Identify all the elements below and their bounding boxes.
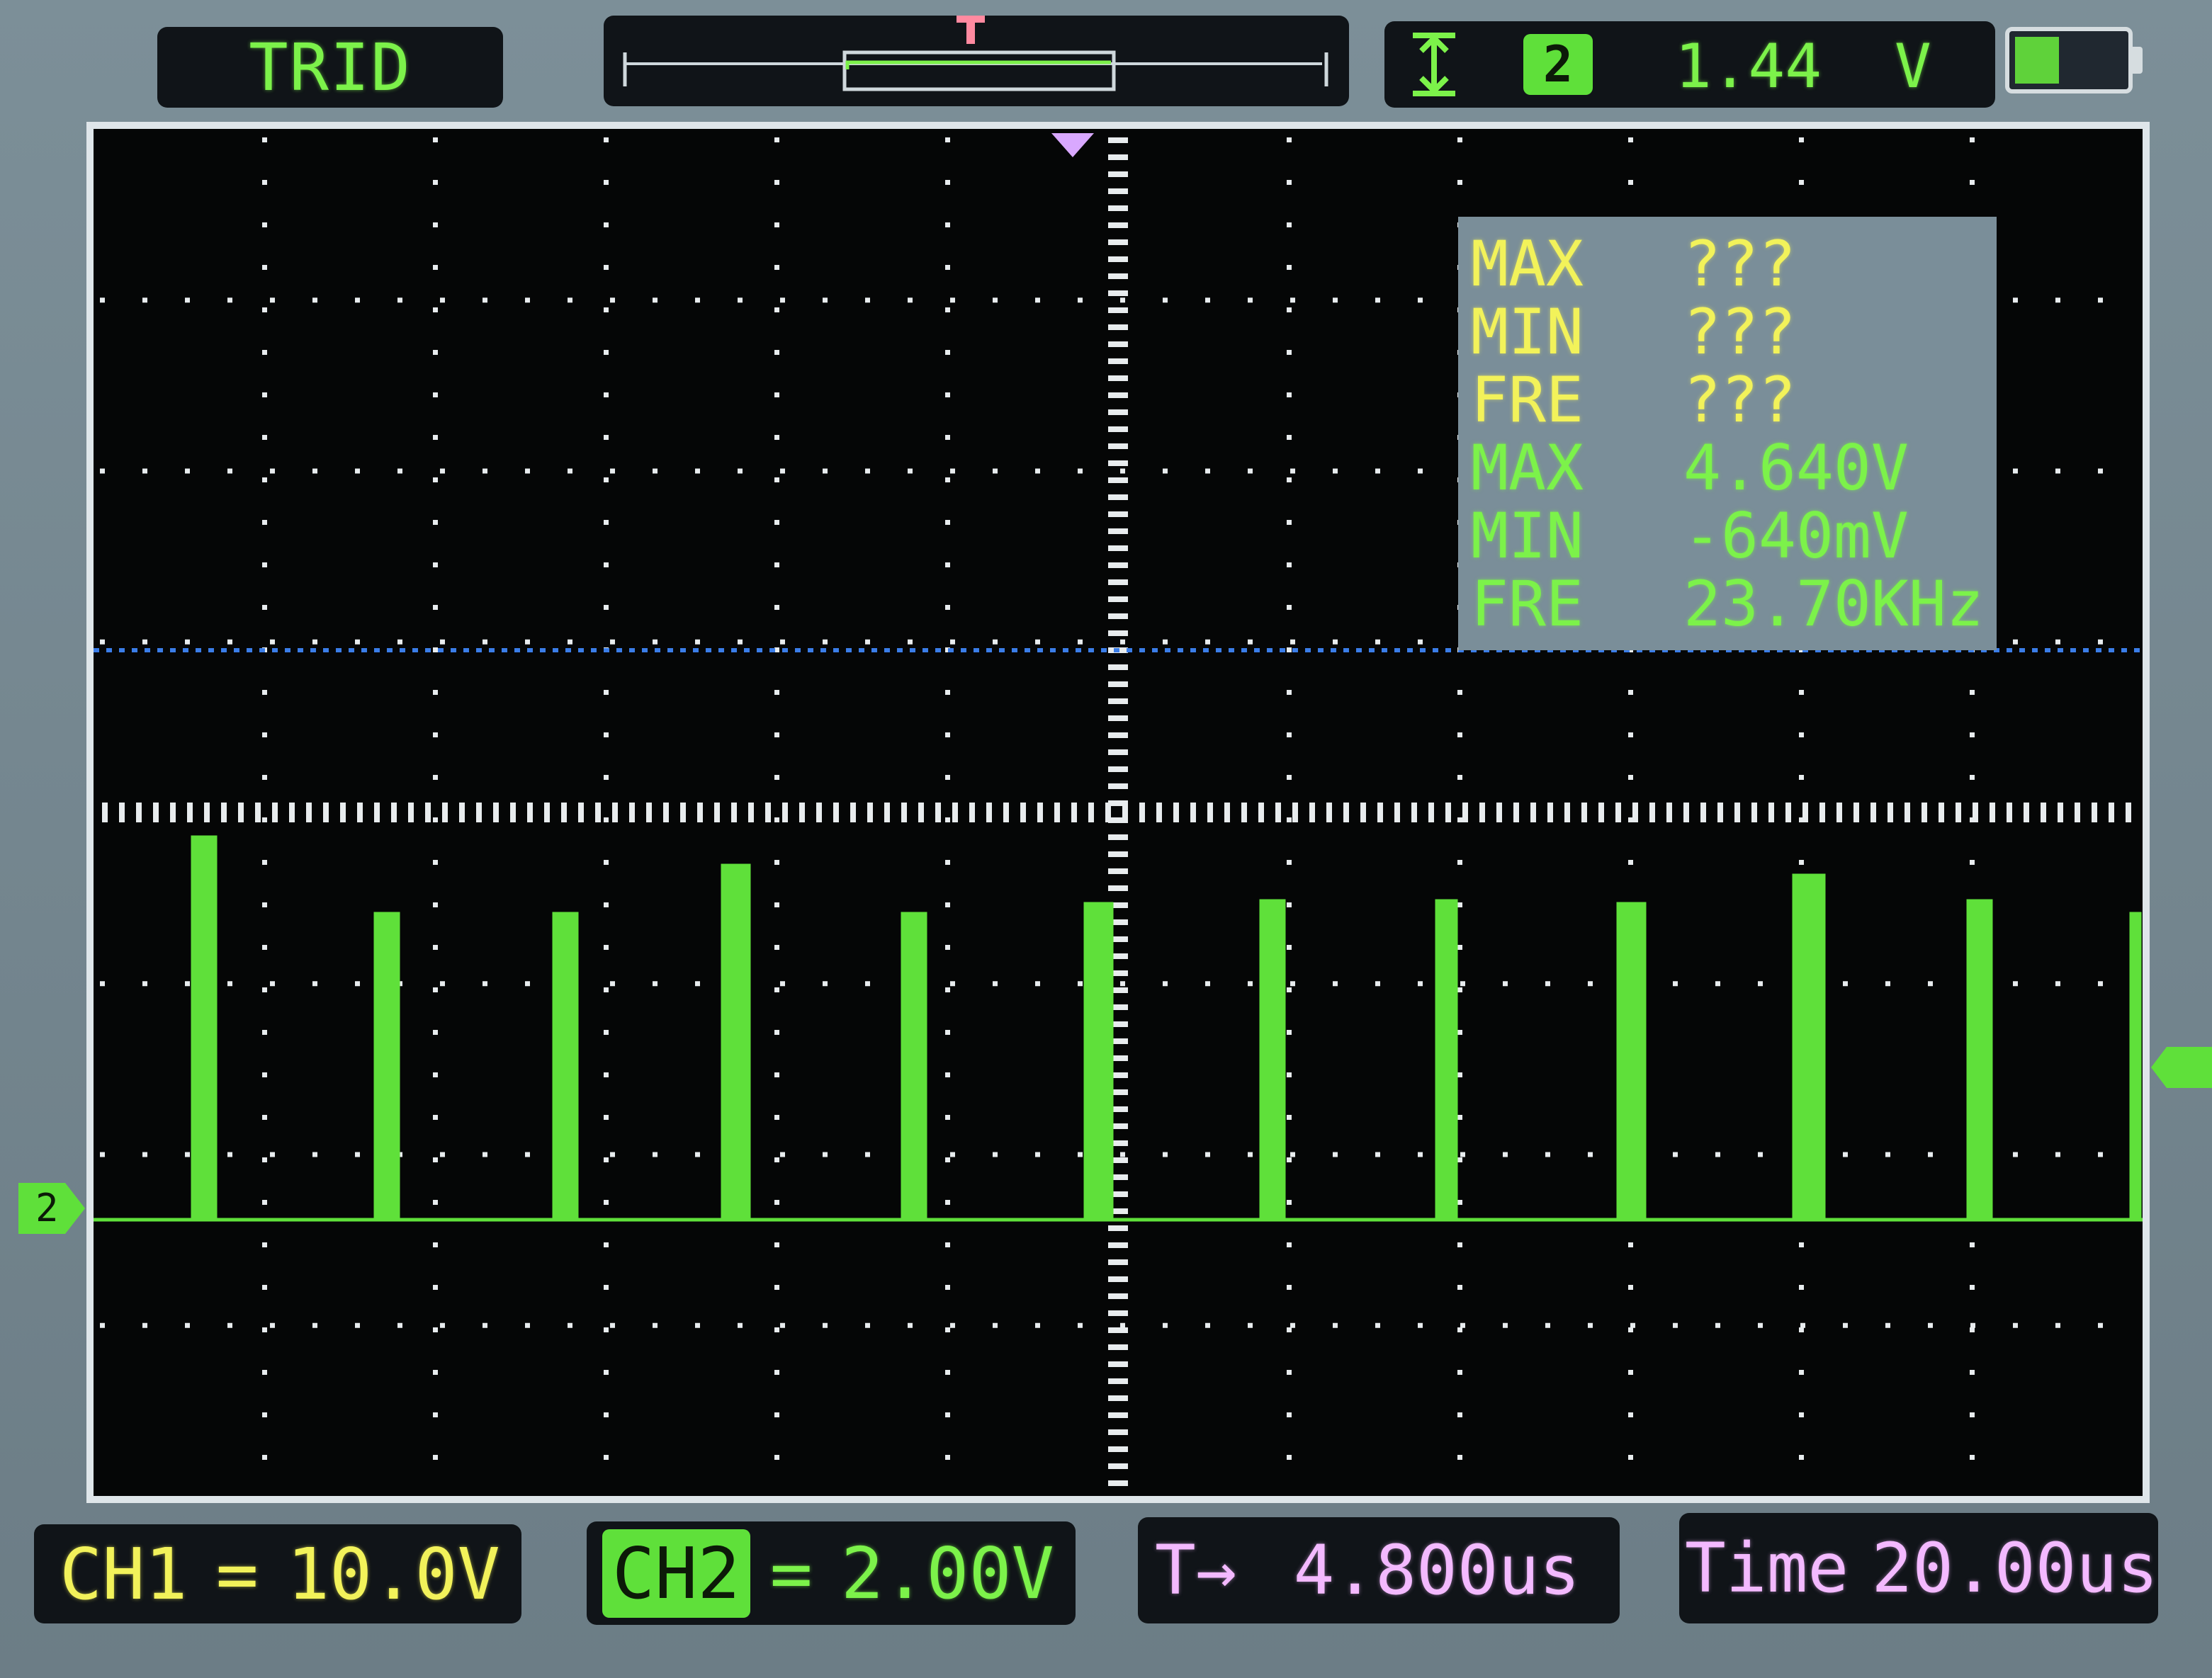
- ch2-min-value: -640mV: [1683, 499, 1909, 572]
- timebase-label: Time: [1685, 1529, 1849, 1608]
- timebase-value: 20.00us: [1871, 1529, 2158, 1608]
- ch2-trigger-level-marker-icon[interactable]: [2151, 1044, 2212, 1091]
- ch2-fre-value: 23.70KHz: [1683, 567, 1984, 640]
- trigger-level-unit: V: [1895, 31, 1931, 102]
- ch1-scale-indicator[interactable]: CH1 = 10.0V: [34, 1524, 521, 1623]
- ch1-fre-value: ???: [1683, 363, 1796, 436]
- ch1-max-value: ???: [1683, 227, 1796, 300]
- trigger-position-label: T→: [1155, 1531, 1237, 1610]
- trigger-mode-indicator[interactable]: TRID: [157, 27, 503, 108]
- trigger-top-marker-icon: [1051, 133, 1094, 157]
- ch1-fre-label: FRE: [1471, 363, 1584, 436]
- ch1-max-label: MAX: [1471, 227, 1584, 300]
- ch2-scale-indicator[interactable]: CH2 = 2.00V: [587, 1521, 1076, 1625]
- ch1-label: CH1: [60, 1532, 188, 1616]
- ch1-scale: 10.0V: [286, 1532, 500, 1616]
- rising-falling-edge-icon: [1413, 33, 1455, 96]
- memory-timeline-bar[interactable]: [604, 16, 1349, 106]
- ch1-min-row: MIN ???: [1471, 295, 1997, 368]
- trigger-position-marker-icon: [957, 16, 985, 44]
- ch2-min-row: MIN -640mV: [1471, 499, 1997, 572]
- measurement-panel: MAX ??? MIN ??? FRE ??? MAX 4.640V MIN -…: [1458, 217, 1997, 650]
- ch1-min-label: MIN: [1471, 295, 1584, 368]
- ch2-fre-row: FRE 23.70KHz: [1471, 567, 1997, 640]
- trigger-position-indicator[interactable]: T→ 4.800us: [1138, 1517, 1620, 1623]
- trigger-mode-label: TRID: [249, 29, 412, 106]
- ch2-scale: 2.00V: [840, 1531, 1054, 1615]
- ch2-ground-marker-icon[interactable]: 2: [14, 1179, 88, 1238]
- trigger-level-value: 1.44: [1675, 31, 1822, 102]
- ch2-min-label: MIN: [1471, 499, 1584, 572]
- battery-tip: [2133, 47, 2143, 74]
- ch2-max-value: 4.640V: [1683, 431, 1909, 504]
- ch1-max-row: MAX ???: [1471, 227, 1997, 300]
- oscilloscope-screen: TRID 2 1.44 V 2 MAX ??? MIN ??? FRE ??? …: [0, 0, 2212, 1678]
- trigger-channel-badge: 2: [1523, 34, 1593, 95]
- trigger-position-value: 4.800us: [1293, 1531, 1581, 1610]
- trigger-info-panel[interactable]: 2 1.44 V: [1384, 21, 1995, 108]
- timeline-graphic: [623, 16, 1328, 91]
- ch2-max-row: MAX 4.640V: [1471, 431, 1997, 504]
- timebase-indicator[interactable]: Time 20.00us: [1679, 1513, 2158, 1623]
- battery-level-fill: [2015, 37, 2059, 84]
- ch1-fre-row: FRE ???: [1471, 363, 1997, 436]
- svg-text:2: 2: [35, 1186, 59, 1230]
- ch1-min-value: ???: [1683, 295, 1796, 368]
- ch1-coupling: =: [215, 1532, 259, 1616]
- ch2-label: CH2: [602, 1529, 750, 1618]
- ch2-max-label: MAX: [1471, 431, 1584, 504]
- ch2-fre-label: FRE: [1471, 567, 1584, 640]
- ch2-coupling: =: [769, 1531, 813, 1615]
- battery-icon: [2005, 27, 2133, 93]
